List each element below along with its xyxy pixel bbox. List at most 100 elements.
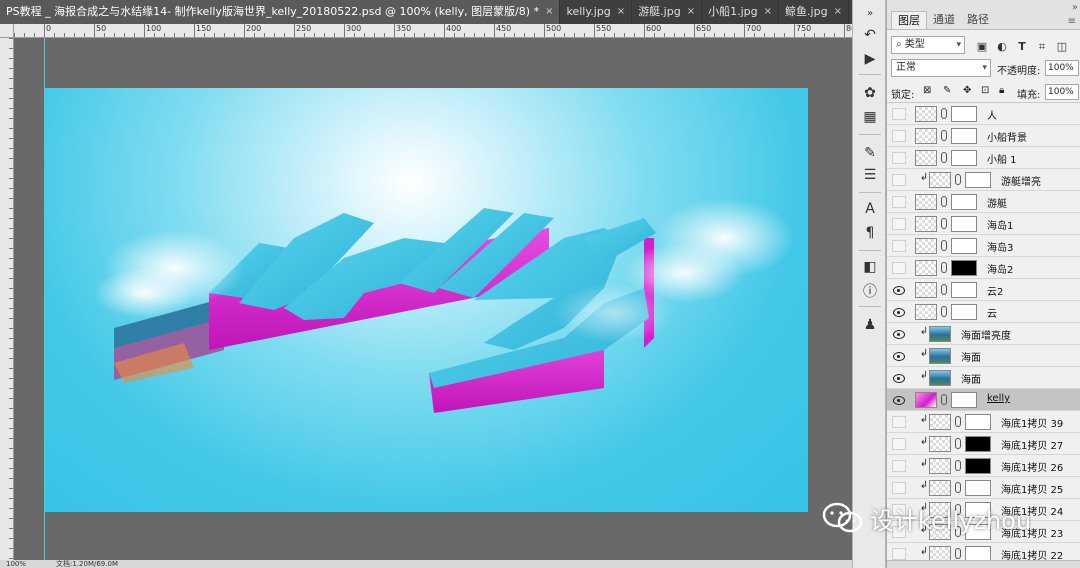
layer-row[interactable]: 人	[887, 103, 1080, 125]
layer-mask-thumbnail[interactable]	[965, 436, 991, 452]
visibility-eye-icon[interactable]	[892, 350, 906, 362]
layer-row[interactable]: 游艇	[887, 191, 1080, 213]
layer-name[interactable]: kelly	[987, 393, 1010, 404]
visibility-eye-icon[interactable]	[892, 152, 906, 164]
layer-row[interactable]: 海岛1	[887, 213, 1080, 235]
visibility-eye-icon[interactable]	[892, 394, 906, 406]
layer-name[interactable]: 云	[987, 305, 997, 320]
filter-pixel-icon[interactable]: ▣	[975, 40, 989, 54]
layer-name[interactable]: 小船 1	[987, 151, 1017, 166]
mask-link-icon[interactable]	[941, 240, 947, 251]
layer-thumbnail[interactable]	[915, 150, 937, 166]
color-palette-icon[interactable]: ✿	[861, 84, 879, 102]
layer-mask-thumbnail[interactable]	[965, 480, 991, 496]
paragraph-icon[interactable]: ¶	[861, 224, 879, 242]
layer-thumbnail[interactable]	[929, 480, 951, 496]
layer-list[interactable]: 人小船背景 小船 1 ↲ 游艇增亮 游艇 海岛1 海岛3 海岛2 云2 云 ↲ 海面增亮度 ↲ 海面 ↲ 海面…	[887, 102, 1080, 560]
layer-mask-thumbnail[interactable]	[965, 414, 991, 430]
layer-thumbnail[interactable]	[915, 304, 937, 320]
visibility-eye-icon[interactable]	[892, 460, 906, 472]
close-icon[interactable]: ×	[764, 0, 772, 24]
visibility-eye-icon[interactable]	[892, 306, 906, 318]
layer-row[interactable]: ↲ 游艇增亮	[887, 169, 1080, 191]
layer-row[interactable]: ↲ 海底1拷贝 39	[887, 411, 1080, 433]
layer-name[interactable]: 海底1拷贝 22	[1001, 547, 1063, 560]
layer-row[interactable]: ↲ 海底1拷贝 25	[887, 477, 1080, 499]
layer-thumbnail[interactable]	[929, 172, 951, 188]
layer-name[interactable]: 海面	[961, 371, 981, 386]
layer-thumbnail[interactable]	[929, 458, 951, 474]
layer-mask-thumbnail[interactable]	[951, 150, 977, 166]
filter-type-icon[interactable]: T	[1015, 40, 1029, 54]
info-icon[interactable]: ⓘ	[861, 282, 879, 300]
visibility-eye-icon[interactable]	[892, 130, 906, 142]
layer-thumbnail[interactable]	[915, 106, 937, 122]
document-tab[interactable]: 小船1.jpg ×	[702, 0, 780, 24]
visibility-eye-icon[interactable]	[892, 438, 906, 450]
visibility-eye-icon[interactable]	[892, 262, 906, 274]
layer-mask-thumbnail[interactable]	[951, 194, 977, 210]
mask-link-icon[interactable]	[941, 130, 947, 141]
layer-row[interactable]: 小船 1	[887, 147, 1080, 169]
layer-row[interactable]: ↲ 海面	[887, 367, 1080, 389]
zoom-readout[interactable]: 100%	[6, 560, 26, 568]
close-icon[interactable]: ×	[545, 0, 553, 24]
visibility-eye-icon[interactable]	[892, 174, 906, 186]
visibility-eye-icon[interactable]	[892, 548, 906, 560]
layer-mask-thumbnail[interactable]	[951, 216, 977, 232]
lock-artboard-icon[interactable]: ⊡	[981, 85, 989, 96]
mask-link-icon[interactable]	[941, 262, 947, 273]
opacity-input[interactable]: 100%	[1045, 60, 1079, 76]
layer-thumbnail[interactable]	[915, 282, 937, 298]
mask-link-icon[interactable]	[941, 218, 947, 229]
layer-row[interactable]: 云2	[887, 279, 1080, 301]
close-icon[interactable]: ×	[617, 0, 625, 24]
layer-name[interactable]: 海岛1	[987, 217, 1013, 232]
layer-name[interactable]: 海面	[961, 349, 981, 364]
layer-row[interactable]: ↲ 海底1拷贝 22	[887, 543, 1080, 560]
layer-thumbnail[interactable]	[915, 216, 937, 232]
document-tab[interactable]: 游艇.jpg ×	[632, 0, 703, 24]
swatches-grid-icon[interactable]: ▦	[861, 108, 879, 126]
adjustments-icon[interactable]: ☰	[861, 166, 879, 184]
mask-link-icon[interactable]	[941, 394, 947, 405]
visibility-eye-icon[interactable]	[892, 416, 906, 428]
layers-icon[interactable]: ◧	[861, 258, 879, 276]
layer-thumbnail[interactable]	[929, 326, 951, 342]
lock-move-icon[interactable]: ✥	[963, 85, 971, 96]
layer-thumbnail[interactable]	[915, 392, 937, 408]
layer-row[interactable]: ↲ 海底1拷贝 27	[887, 433, 1080, 455]
visibility-eye-icon[interactable]	[892, 284, 906, 296]
blend-mode-select[interactable]: 正常 ▾	[891, 59, 991, 77]
mask-link-icon[interactable]	[955, 416, 961, 427]
layer-thumbnail[interactable]	[929, 546, 951, 560]
visibility-eye-icon[interactable]	[892, 218, 906, 230]
layer-mask-thumbnail[interactable]	[965, 172, 991, 188]
lock-transparent-icon[interactable]: ⊠	[923, 85, 931, 96]
layer-name[interactable]: 云2	[987, 283, 1003, 298]
layer-mask-thumbnail[interactable]	[951, 238, 977, 254]
visibility-eye-icon[interactable]	[892, 196, 906, 208]
lock-brush-icon[interactable]: ✎	[943, 85, 951, 96]
layer-thumbnail[interactable]	[915, 128, 937, 144]
filter-smart-object-icon[interactable]: ◫	[1055, 40, 1069, 54]
horizontal-ruler[interactable]: 0 50 100 150 200 250 300 350 400 450 500 550 600 650 7…	[14, 24, 852, 38]
panel-menu-icon[interactable]: ≡	[1068, 16, 1076, 27]
document-tab[interactable]: kelly.jpg ×	[560, 0, 633, 24]
visibility-eye-icon[interactable]	[892, 108, 906, 120]
mask-link-icon[interactable]	[941, 284, 947, 295]
layer-mask-thumbnail[interactable]	[965, 458, 991, 474]
layer-mask-thumbnail[interactable]	[951, 282, 977, 298]
visibility-eye-icon[interactable]	[892, 328, 906, 340]
layer-mask-thumbnail[interactable]	[951, 128, 977, 144]
layer-name[interactable]: 海底1拷贝 27	[1001, 437, 1063, 452]
visibility-eye-icon[interactable]	[892, 482, 906, 494]
visibility-eye-icon[interactable]	[892, 372, 906, 384]
ruler-corner[interactable]	[0, 24, 14, 38]
character-icon[interactable]: A	[861, 200, 879, 218]
mask-link-icon[interactable]	[955, 548, 961, 559]
layer-name[interactable]: 海底1拷贝 39	[1001, 415, 1063, 430]
brush-icon[interactable]: ✎	[861, 144, 879, 162]
panel-tab[interactable]: 图层	[891, 11, 927, 29]
mask-link-icon[interactable]	[955, 438, 961, 449]
